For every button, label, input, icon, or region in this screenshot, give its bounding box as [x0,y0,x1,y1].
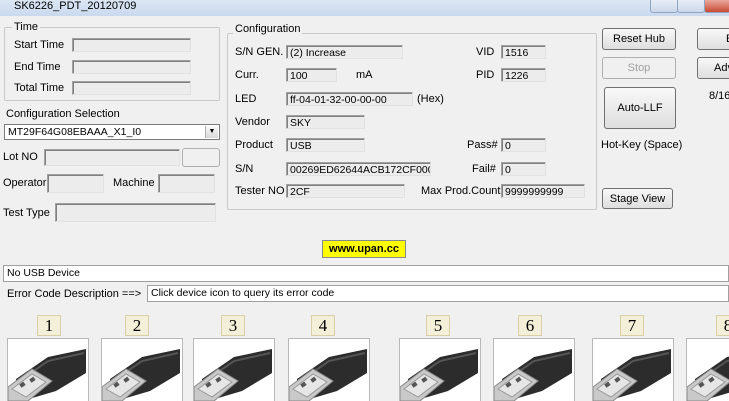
device-slot-number: 8 [716,315,729,336]
usb-drive-icon[interactable] [686,338,729,401]
lot-no-label: Lot NO [3,151,38,163]
config-selection-label: Configuration Selection [6,108,120,120]
sn-label: S/N [235,163,254,175]
pid-label: PID [476,69,495,81]
device-slot-number: 7 [620,315,644,336]
sn-gen-label: S/N GEN. [235,46,284,58]
fail-label: Fail# [472,163,496,175]
test-type-field[interactable] [55,203,216,222]
usb-drive-icon[interactable] [493,338,575,401]
sn-gen-field: (2) Increase [286,45,403,59]
config-selection-value: MT29F64G08EBAAA_X1_I0 [8,126,142,138]
page-indicator: 8/16 [709,90,729,102]
usb-drive-icon[interactable] [193,338,275,401]
curr-unit: mA [356,69,373,81]
minimize-button[interactable] [650,0,678,13]
total-time-field [72,81,191,95]
watermark-text: www.upan.cc [329,243,399,255]
fail-field: 0 [501,162,546,176]
adv-button[interactable]: Adv [697,57,729,79]
product-label: Product [235,139,273,151]
device-status-bar: No USB Device [3,265,729,282]
end-time-label: End Time [14,61,61,73]
curr-field: 100 [286,68,337,82]
vendor-label: Vendor [235,116,270,128]
end-time-field [72,60,191,74]
error-code-label: Error Code Description ==> [7,288,142,300]
device-slot-number: 6 [518,315,542,336]
tester-no-field: 2CF [286,184,405,198]
hotkey-label: Hot-Key (Space) [601,139,683,151]
test-type-label: Test Type [3,207,50,219]
configuration-group-title: Configuration [233,23,303,35]
pass-label: Pass# [467,139,498,151]
max-prod-count-field: 9999999999 [501,184,585,198]
start-time-field [72,38,191,52]
usb-drive-icon[interactable] [592,338,674,401]
sn-field: 00269ED62644ACB172CF0001 [286,162,431,176]
pass-field: 0 [501,138,546,152]
watermark-badge: www.upan.cc [322,240,406,258]
close-button[interactable] [704,0,729,13]
auto-llf-button[interactable]: Auto-LLF [604,87,676,129]
window-title: SK6226_PDT_20120709 [14,0,137,12]
stage-view-button[interactable]: Stage View [602,188,673,209]
lot-no-field[interactable] [44,149,180,166]
usb-drive-icon[interactable] [399,338,481,401]
stop-button[interactable]: Stop [602,57,676,79]
start-time-label: Start Time [14,39,65,51]
vid-field: 1516 [501,45,546,59]
total-time-label: Total Time [14,82,65,94]
e-button[interactable]: E [697,28,729,50]
maximize-button[interactable] [677,0,705,13]
time-group-title: Time [12,21,41,33]
error-code-field: Click device icon to query its error cod… [147,285,729,302]
machine-label: Machine [113,177,155,189]
chevron-down-icon[interactable]: ▼ [205,126,218,138]
title-bar: SK6226_PDT_20120709 [0,0,729,16]
tester-no-label: Tester NO [235,185,285,197]
device-slot-number: 3 [221,315,245,336]
machine-field[interactable] [158,174,215,193]
device-slot-number: 4 [311,315,335,336]
load-button[interactable] [182,148,220,167]
device-slot-number: 5 [426,315,450,336]
led-unit: (Hex) [417,93,444,105]
usb-drive-icon[interactable] [288,338,370,401]
reset-hub-button[interactable]: Reset Hub [602,28,676,50]
vid-label: VID [476,46,495,58]
curr-label: Curr. [235,69,259,81]
pid-field: 1226 [501,68,546,82]
product-field: USB [286,138,365,152]
operator-field[interactable] [47,174,104,193]
led-label: LED [235,93,257,105]
usb-drive-icon[interactable] [7,338,89,401]
device-slot-number: 1 [37,315,61,336]
led-field: ff-04-01-32-00-00-00 [286,92,413,106]
max-prod-count-label: Max Prod.Count [421,185,501,197]
usb-drive-icon[interactable] [101,338,183,401]
device-slot-number: 2 [125,315,149,336]
vendor-field: SKY [286,115,365,129]
config-selection-dropdown[interactable]: MT29F64G08EBAAA_X1_I0 ▼ [4,124,220,140]
operator-label: Operator [3,177,47,189]
